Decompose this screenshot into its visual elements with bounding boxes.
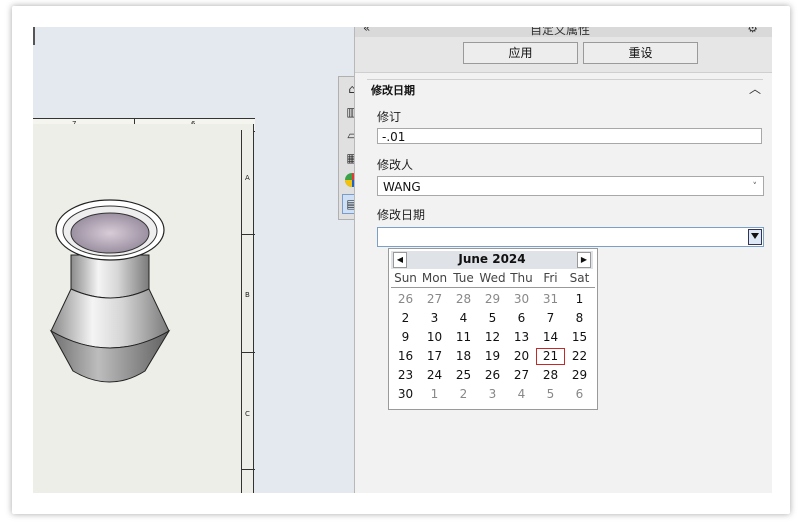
calendar-day[interactable]: 22: [565, 348, 594, 365]
calendar-day[interactable]: 6: [507, 310, 536, 327]
calendar-day[interactable]: 1: [420, 386, 449, 403]
calendar-day[interactable]: 31: [536, 291, 565, 308]
zone-label-row: B: [245, 291, 250, 299]
revision-label: 修订: [377, 110, 402, 124]
calendar-day[interactable]: 18: [449, 348, 478, 365]
weekday-label: Wed: [479, 271, 506, 285]
weekday-label: Sun: [394, 271, 417, 285]
weekday-header: Sun Mon Tue Wed Thu Fri Sat: [391, 271, 595, 288]
calendar-day[interactable]: 25: [449, 367, 478, 384]
calendar-day[interactable]: 28: [536, 367, 565, 384]
modified-by-label: 修改人: [377, 158, 414, 172]
calendar-day[interactable]: 6: [565, 386, 594, 403]
calendar-day[interactable]: 5: [478, 310, 507, 327]
calendar-day[interactable]: 26: [391, 291, 420, 308]
modified-by-value: WANG: [383, 180, 421, 194]
pane-title: 自定义属性: [530, 27, 591, 37]
gear-icon[interactable]: ⚙: [747, 27, 758, 35]
calendar-day-today[interactable]: 21: [536, 348, 565, 365]
calendar-day[interactable]: 2: [391, 310, 420, 327]
calendar-day[interactable]: 27: [507, 367, 536, 384]
calendar-day[interactable]: 23: [391, 367, 420, 384]
weekday-label: Sat: [569, 271, 590, 285]
reset-button[interactable]: 重设: [583, 42, 698, 64]
calendar-day[interactable]: 4: [449, 310, 478, 327]
row-divider: [241, 352, 255, 353]
collapse-pane-button[interactable]: «: [363, 27, 370, 35]
calendar-day[interactable]: 26: [478, 367, 507, 384]
calendar-day[interactable]: 14: [536, 329, 565, 346]
calendar-month-label[interactable]: June 2024: [391, 252, 593, 266]
weekday-label: Tue: [453, 271, 474, 285]
calendar-day[interactable]: 2: [449, 386, 478, 403]
calendar-day[interactable]: 27: [420, 291, 449, 308]
calendar-dropdown-button[interactable]: [748, 229, 762, 245]
row-divider: [241, 234, 255, 235]
weekday-label: Fri: [543, 271, 558, 285]
calendar-day[interactable]: 29: [478, 291, 507, 308]
part-model[interactable]: [45, 197, 175, 387]
calendar-day[interactable]: 8: [565, 310, 594, 327]
section-title: 修改日期: [371, 84, 415, 97]
pane-title-bar: « 自定义属性 ⚙: [355, 27, 772, 37]
section-header[interactable]: 修改日期 ︿: [367, 79, 763, 97]
calendar-day[interactable]: 24: [420, 367, 449, 384]
chevron-up-icon[interactable]: ︿: [749, 80, 761, 97]
drawing-viewport[interactable]: 7 6 A B C: [33, 27, 354, 493]
zone-label-row: C: [245, 410, 250, 418]
calendar-day[interactable]: 11: [449, 329, 478, 346]
calendar-day[interactable]: 30: [391, 386, 420, 403]
revision-input[interactable]: -.01: [377, 128, 762, 144]
calendar-day[interactable]: 30: [507, 291, 536, 308]
calendar-day[interactable]: 29: [565, 367, 594, 384]
calendar-day[interactable]: 5: [536, 386, 565, 403]
calendar-header: ◀ June 2024 ▶: [391, 251, 593, 269]
calendar-day[interactable]: 1: [565, 291, 594, 308]
calendar-day[interactable]: 28: [449, 291, 478, 308]
calendar-popup: ◀ June 2024 ▶ Sun Mon Tue Wed Thu Fri Sat 26 27…: [388, 248, 598, 410]
apply-button[interactable]: 应用: [463, 42, 578, 64]
calendar-day[interactable]: 16: [391, 348, 420, 365]
calendar-day[interactable]: 13: [507, 329, 536, 346]
calendar-day[interactable]: 12: [478, 329, 507, 346]
chevron-down-icon[interactable]: ˅: [753, 177, 758, 197]
calendar-day[interactable]: 20: [507, 348, 536, 365]
calendar-day[interactable]: 17: [420, 348, 449, 365]
calendar-day[interactable]: 9: [391, 329, 420, 346]
modified-by-combo[interactable]: WANG ˅: [377, 176, 764, 196]
calendar-day[interactable]: 10: [420, 329, 449, 346]
pane-toolbar: 应用 重设: [355, 37, 772, 73]
next-month-button[interactable]: ▶: [577, 252, 591, 268]
calendar-day[interactable]: 3: [478, 386, 507, 403]
calendar-day[interactable]: 4: [507, 386, 536, 403]
calendar-day[interactable]: 3: [420, 310, 449, 327]
viewport-edge-mark: [33, 27, 35, 45]
calendar-day[interactable]: 7: [536, 310, 565, 327]
calendar-day[interactable]: 19: [478, 348, 507, 365]
row-divider: [241, 469, 255, 470]
zone-label-row: A: [245, 174, 250, 182]
weekday-label: Thu: [510, 271, 533, 285]
calendar-day[interactable]: 15: [565, 329, 594, 346]
dropdown-arrow-icon: [751, 233, 759, 239]
modified-date-label: 修改日期: [377, 208, 426, 222]
app-window: 7 6 A B C: [12, 6, 790, 514]
modified-date-picker[interactable]: [377, 227, 764, 247]
weekday-label: Mon: [421, 271, 448, 285]
